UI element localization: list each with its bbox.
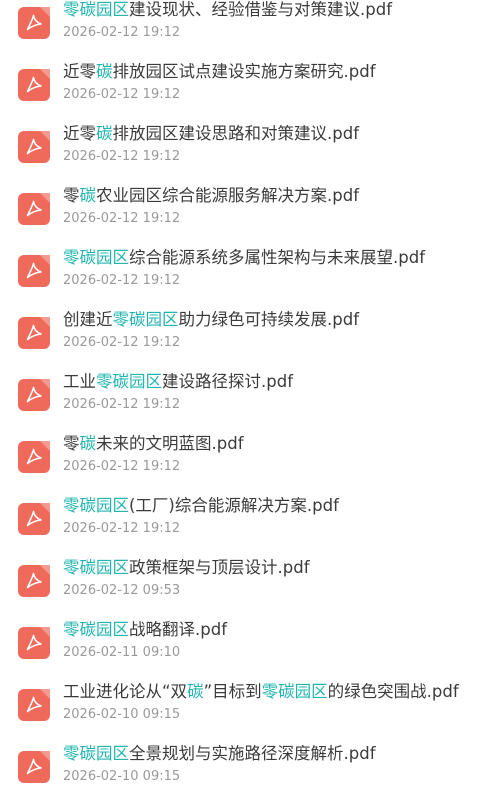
file-list-item[interactable]: 近零碳排放园区试点建设实施方案研究.pdf 2026-02-12 19:12 (0, 49, 504, 111)
file-title-text: 综合能源系统多属性架构与未来展望.pdf (129, 248, 426, 267)
file-title-text: 助力绿色可持续发展.pdf (178, 310, 360, 329)
pdf-file-icon (18, 751, 50, 783)
search-highlight: 碳 (79, 434, 97, 453)
pdf-file-icon (18, 317, 50, 349)
file-list-item[interactable]: 零碳未来的文明蓝图.pdf 2026-02-12 19:12 (0, 421, 504, 483)
search-highlight: 碳 (96, 62, 113, 81)
search-highlight: 碳 (96, 124, 113, 143)
file-title-text: 近零 (63, 62, 96, 81)
file-list-item[interactable]: 零碳园区综合能源系统多属性架构与未来展望.pdf 2026-02-12 19:12 (0, 235, 504, 297)
file-list-item[interactable]: 工业零碳园区建设路径探讨.pdf 2026-02-12 19:12 (0, 359, 504, 421)
pdf-file-icon (18, 627, 50, 659)
file-title-text: 建设路径探讨.pdf (162, 372, 294, 391)
search-highlight: 零碳园区 (63, 496, 129, 515)
file-title-text: ”目标到 (203, 682, 262, 701)
file-title-text: (工厂)综合能源解决方案.pdf (129, 496, 339, 515)
file-title-text: 工业 (63, 372, 96, 391)
file-title-text: 近零 (63, 124, 96, 143)
file-title-text: 农业园区综合能源服务解决方案.pdf (96, 186, 360, 205)
search-highlight: 零碳园区 (63, 744, 129, 763)
file-timestamp: 2026-02-12 19:12 (63, 149, 181, 164)
search-highlight: 零碳园区 (63, 558, 129, 577)
file-timestamp: 2026-02-12 19:12 (63, 397, 181, 412)
file-title-text: 未来的文明蓝图.pdf (96, 434, 244, 453)
file-title-text: 零 (63, 186, 80, 205)
pdf-file-icon (18, 503, 50, 535)
file-title-text: 的绿色突围战.pdf (327, 682, 459, 701)
file-list-item[interactable]: 近零碳排放园区建设思路和对策建议.pdf 2026-02-12 19:12 (0, 111, 504, 173)
file-timestamp: 2026-02-12 09:53 (63, 583, 181, 598)
file-timestamp: 2026-02-12 19:12 (63, 87, 181, 102)
file-timestamp: 2026-02-12 19:12 (63, 521, 181, 536)
file-title-text: 全景规划与实施路径深度解析.pdf (129, 744, 376, 763)
pdf-file-icon (18, 689, 50, 721)
pdf-file-icon (18, 255, 50, 287)
file-list-item[interactable]: 工业进化论从“双碳”目标到零碳园区的绿色突围战.pdf 2026-02-10 09… (0, 669, 504, 731)
pdf-file-icon (18, 69, 50, 101)
pdf-file-icon (18, 131, 50, 163)
search-highlight: 零碳园区 (112, 310, 179, 329)
file-list-item[interactable]: 零碳园区建设现状、经验借鉴与对策建议.pdf 2026-02-12 19:12 (0, 0, 504, 49)
file-timestamp: 2026-02-11 09:10 (63, 645, 181, 660)
file-list-item[interactable]: 创建近零碳园区助力绿色可持续发展.pdf 2026-02-12 19:12 (0, 297, 504, 359)
search-highlight: 碳 (187, 682, 204, 701)
file-title[interactable]: 工业进化论从“双碳”目标到零碳园区的绿色突围战.pdf (63, 680, 459, 704)
pdf-file-icon (18, 565, 50, 597)
file-list-item[interactable]: 零碳园区战略翻译.pdf 2026-02-11 09:10 (0, 607, 504, 669)
file-timestamp: 2026-02-12 19:12 (63, 335, 181, 350)
file-list: 零碳园区建设现状、经验借鉴与对策建议.pdf 2026-02-12 19:12 近零… (0, 0, 504, 793)
search-highlight: 零碳园区 (63, 0, 129, 19)
file-timestamp: 2026-02-12 19:12 (63, 211, 181, 226)
file-title-text: 战略翻译.pdf (129, 620, 228, 639)
file-title-text: 政策框架与顶层设计.pdf (129, 558, 310, 577)
file-timestamp: 2026-02-10 09:15 (63, 707, 181, 722)
file-title[interactable]: 零碳未来的文明蓝图.pdf (63, 432, 244, 456)
file-title[interactable]: 零碳园区全景规划与实施路径深度解析.pdf (63, 742, 376, 766)
search-highlight: 碳 (79, 186, 97, 205)
file-list-item[interactable]: 零碳农业园区综合能源服务解决方案.pdf 2026-02-12 19:12 (0, 173, 504, 235)
file-title[interactable]: 创建近零碳园区助力绿色可持续发展.pdf (63, 308, 359, 332)
file-title-text: 工业进化论从“双 (63, 682, 188, 701)
file-timestamp: 2026-02-10 09:15 (63, 769, 181, 784)
file-title-text: 零 (63, 434, 80, 453)
file-list-item[interactable]: 零碳园区全景规划与实施路径深度解析.pdf 2026-02-10 09:15 (0, 731, 504, 793)
file-title-text: 排放园区建设思路和对策建议.pdf (112, 124, 360, 143)
file-title[interactable]: 零碳园区(工厂)综合能源解决方案.pdf (63, 494, 339, 518)
file-title[interactable]: 零碳农业园区综合能源服务解决方案.pdf (63, 184, 359, 208)
file-list-item[interactable]: 零碳园区政策框架与顶层设计.pdf 2026-02-12 09:53 (0, 545, 504, 607)
search-highlight: 零碳园区 (63, 620, 129, 639)
file-title-text: 排放园区试点建设实施方案研究.pdf (112, 62, 376, 81)
file-title[interactable]: 零碳园区战略翻译.pdf (63, 618, 227, 642)
file-list-item[interactable]: 零碳园区(工厂)综合能源解决方案.pdf 2026-02-12 19:12 (0, 483, 504, 545)
search-highlight: 零碳园区 (96, 372, 162, 391)
file-title[interactable]: 近零碳排放园区试点建设实施方案研究.pdf (63, 60, 376, 84)
pdf-file-icon (18, 193, 50, 225)
file-title-text: 创建近 (63, 310, 113, 329)
file-timestamp: 2026-02-12 19:12 (63, 273, 181, 288)
pdf-file-icon (18, 441, 50, 473)
pdf-file-icon (18, 7, 50, 39)
search-highlight: 零碳园区 (63, 248, 129, 267)
file-title[interactable]: 零碳园区建设现状、经验借鉴与对策建议.pdf (63, 0, 392, 22)
file-title[interactable]: 工业零碳园区建设路径探讨.pdf (63, 370, 293, 394)
file-title[interactable]: 零碳园区政策框架与顶层设计.pdf (63, 556, 310, 580)
search-highlight: 零碳园区 (261, 682, 328, 701)
file-title[interactable]: 近零碳排放园区建设思路和对策建议.pdf (63, 122, 359, 146)
file-title[interactable]: 零碳园区综合能源系统多属性架构与未来展望.pdf (63, 246, 425, 270)
file-timestamp: 2026-02-12 19:12 (63, 459, 181, 474)
pdf-file-icon (18, 379, 50, 411)
file-timestamp: 2026-02-12 19:12 (63, 25, 181, 40)
file-title-text: 建设现状、经验借鉴与对策建议.pdf (129, 0, 393, 19)
